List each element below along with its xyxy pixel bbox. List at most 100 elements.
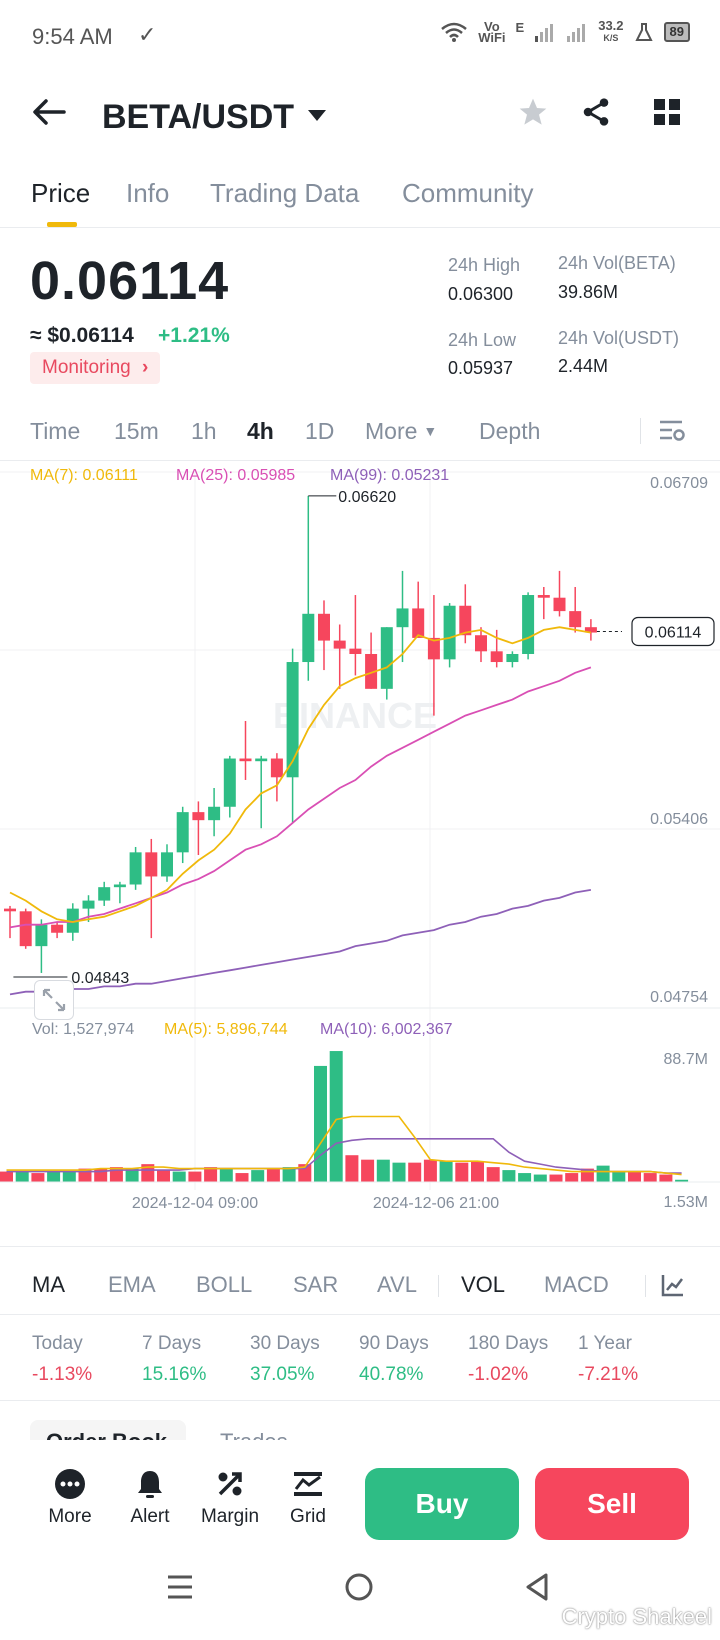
monitoring-badge[interactable]: Monitoring › <box>30 352 161 384</box>
interval-15m[interactable]: 15m <box>114 418 159 445</box>
divider <box>0 1246 720 1247</box>
price-axis-label: 0.06709 <box>650 475 708 492</box>
divider <box>438 1275 439 1297</box>
vol-ma5-legend: MA(5): 5,896,744 <box>164 1021 288 1038</box>
candle-body <box>208 806 221 821</box>
interval-4h[interactable]: 4h <box>247 418 274 445</box>
volume-bar <box>172 1171 186 1182</box>
perf-value: 37.05% <box>250 1364 315 1385</box>
signal-icon-2 <box>567 24 586 42</box>
volume-bar <box>157 1170 170 1182</box>
tab-info[interactable]: Info <box>126 178 169 209</box>
alert-button[interactable]: Alert <box>110 1468 190 1528</box>
volume-bar <box>518 1173 532 1182</box>
grid-button[interactable]: Grid <box>268 1468 348 1528</box>
candle-body <box>333 640 346 649</box>
share-icon[interactable] <box>580 96 612 128</box>
caret-down-icon: ▼ <box>423 423 438 439</box>
pair-selector[interactable]: BETA/USDT <box>102 98 327 137</box>
volume-bar <box>533 1174 547 1182</box>
chart-settings-icon[interactable] <box>658 418 686 444</box>
volume-bar <box>31 1173 45 1182</box>
interval-more[interactable]: More ▼ <box>365 418 437 445</box>
candle-body <box>537 595 550 598</box>
volume-bar <box>502 1170 516 1182</box>
volume-bar <box>0 1171 13 1182</box>
more-button[interactable]: More <box>30 1468 110 1528</box>
indicator-macd[interactable]: MACD <box>544 1272 609 1298</box>
low-marker-label: 0.04843 <box>71 970 129 987</box>
volume-bar <box>361 1159 375 1182</box>
candle-body <box>192 812 205 821</box>
monitoring-label: Monitoring <box>42 357 131 378</box>
low-label: 24h Low <box>448 330 517 350</box>
tab-community[interactable]: Community <box>402 178 533 209</box>
perf-value: 40.78% <box>359 1364 424 1385</box>
expand-icon[interactable] <box>34 980 74 1020</box>
home-icon[interactable] <box>344 1572 374 1602</box>
price-chart[interactable]: BINANCEMA(7): 0.06111 MA(25): 0.05985 MA(9… <box>0 460 720 1250</box>
signal-icon <box>535 24 554 42</box>
alert-label: Alert <box>130 1506 170 1527</box>
interval-1d[interactable]: 1D <box>305 418 334 445</box>
low-value: 0.05937 <box>448 358 514 378</box>
candle-body <box>82 900 95 909</box>
divider <box>640 418 641 444</box>
indicator-boll[interactable]: BOLL <box>196 1272 252 1298</box>
status-time: 9:54 AM <box>32 24 113 49</box>
back-arrow-icon[interactable] <box>32 98 66 126</box>
candle-body <box>255 758 268 762</box>
candle-body <box>475 635 487 652</box>
margin-button[interactable]: Margin <box>190 1468 270 1528</box>
interval-time[interactable]: Time <box>30 418 80 445</box>
more-label: More <box>48 1506 92 1527</box>
check-icon: ✓ <box>138 22 157 47</box>
volume-bar <box>314 1065 327 1182</box>
sell-button[interactable]: Sell <box>535 1468 689 1540</box>
vol-ma10-legend: MA(10): 6,002,367 <box>320 1021 453 1038</box>
candle-body <box>176 812 189 853</box>
candle-body <box>569 611 582 628</box>
candle-body <box>349 648 362 654</box>
perf-value: 15.16% <box>142 1364 207 1385</box>
price-axis-label: 0.04754 <box>650 989 708 1006</box>
indicator-sar[interactable]: SAR <box>293 1272 338 1298</box>
indicator-vol[interactable]: VOL <box>461 1272 505 1298</box>
volume-bar <box>329 1051 343 1182</box>
tab-trading-data[interactable]: Trading Data <box>210 178 359 209</box>
candle-body <box>553 597 566 612</box>
price-axis-label: 0.05406 <box>650 811 708 828</box>
perf-label: 30 Days <box>250 1333 320 1354</box>
tab-price[interactable]: Price <box>31 178 90 209</box>
divider <box>0 1314 720 1315</box>
vol-quote-label: 24h Vol(USDT) <box>558 328 680 348</box>
indicator-ema[interactable]: EMA <box>108 1272 156 1298</box>
grid-label: Grid <box>290 1506 326 1527</box>
vol-ma5-line <box>6 1115 682 1176</box>
volume-bar <box>376 1159 390 1182</box>
ma7-legend: MA(7): 0.06111 <box>30 467 138 484</box>
perf-label: 90 Days <box>359 1333 429 1354</box>
interval-1h[interactable]: 1h <box>191 418 217 445</box>
recent-apps-icon[interactable] <box>166 1574 194 1600</box>
indicator-avl[interactable]: AVL <box>377 1272 417 1298</box>
perf-value: -7.21% <box>578 1364 639 1385</box>
volume-bar <box>471 1161 484 1182</box>
indicator-settings-icon[interactable] <box>660 1272 686 1298</box>
orderbook-tabs: Order Book Trades <box>0 1420 720 1442</box>
flask-icon <box>634 23 653 41</box>
back-triangle-icon[interactable] <box>524 1572 550 1602</box>
grid-bot-icon <box>294 1472 322 1496</box>
buy-button[interactable]: Buy <box>365 1468 519 1540</box>
caret-down-icon <box>308 109 327 121</box>
candle-body <box>4 908 16 912</box>
grid-layout-icon[interactable] <box>653 98 681 126</box>
margin-label: Margin <box>200 1506 260 1527</box>
interval-depth[interactable]: Depth <box>479 418 540 445</box>
price-change: +1.21% <box>158 324 230 347</box>
high-label: 24h High <box>448 255 521 275</box>
indicator-ma[interactable]: MA <box>32 1272 65 1298</box>
perf-value: -1.13% <box>32 1364 93 1385</box>
star-icon[interactable] <box>517 96 549 128</box>
more-label: More <box>365 418 418 444</box>
